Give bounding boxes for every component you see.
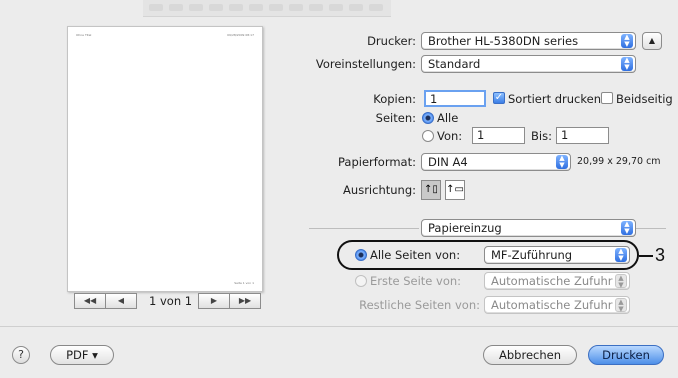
paper-size-text: 20,99 x 29,70 cm xyxy=(577,156,661,167)
popup-arrows-icon: ▲ ▼ xyxy=(556,155,568,169)
expand-icon: ▲ xyxy=(648,36,656,45)
first-page-button[interactable]: ◀◀ xyxy=(74,293,106,309)
preview-footer-right: Seite 1 von 1 xyxy=(234,281,254,285)
print-button[interactable]: Drucken xyxy=(588,345,664,365)
preview-page: Ohne Titel 09/28/2009 08:17 Seite 1 von … xyxy=(67,26,263,292)
copies-label: Kopien: xyxy=(373,92,416,106)
popup-arrows-icon: ▲ ▼ xyxy=(621,34,633,48)
presets-label: Voreinstellungen: xyxy=(315,57,416,71)
background-toolbar xyxy=(143,0,391,17)
section-popup[interactable]: Papiereinzug ▲ ▼ xyxy=(421,219,636,237)
help-icon: ? xyxy=(18,348,24,361)
remaining-pages-label: Restliche Seiten von: xyxy=(359,298,480,312)
landscape-orientation-icon: ↑▭ xyxy=(446,184,464,195)
collate-label: Sortiert drucken xyxy=(508,92,601,106)
all-pages-value: MF-Zuführung xyxy=(491,248,573,262)
page-counter: 1 von 1 xyxy=(149,294,193,308)
copies-field[interactable]: 1 xyxy=(424,90,486,107)
first-page-popup[interactable]: Automatische Zufuhr ▲ ▼ xyxy=(484,272,630,290)
help-button[interactable]: ? xyxy=(12,346,30,364)
next-page-button[interactable]: ▶ xyxy=(198,293,230,309)
remaining-pages-popup[interactable]: Automatische Zufuhr ▲ ▼ xyxy=(484,296,630,314)
orientation-label: Ausrichtung: xyxy=(343,183,416,197)
presets-value: Standard xyxy=(428,57,481,71)
print-dialog: Ohne Titel 09/28/2009 08:17 Seite 1 von … xyxy=(0,0,678,378)
callout-line xyxy=(639,255,653,257)
paper-value: DIN A4 xyxy=(428,155,468,169)
paper-label: Papierformat: xyxy=(337,155,416,169)
prev-page-button[interactable]: ◀ xyxy=(105,293,137,309)
pages-from-label: Von: xyxy=(437,129,463,143)
first-page-radio[interactable] xyxy=(355,275,367,287)
popup-arrows-icon: ▲ ▼ xyxy=(615,274,627,289)
section-separator-left xyxy=(309,228,419,229)
presets-popup[interactable]: Standard ▲ ▼ xyxy=(421,55,636,73)
printer-value: Brother HL-5380DN series xyxy=(428,34,579,48)
duplex-label: Beidseitig xyxy=(616,92,673,106)
section-separator-right xyxy=(636,228,666,229)
duplex-checkbox[interactable] xyxy=(601,92,613,104)
printer-label: Drucker: xyxy=(367,34,416,48)
pdf-button[interactable]: PDF ▾ xyxy=(50,345,114,365)
pages-all-radio[interactable] xyxy=(422,112,434,124)
preview-header-left: Ohne Titel xyxy=(76,33,92,37)
portrait-orientation-icon: ↑▯ xyxy=(424,184,438,195)
callout-number: 3 xyxy=(655,245,666,265)
remaining-pages-value: Automatische Zufuhr xyxy=(491,298,613,312)
portrait-orientation-button[interactable]: ↑▯ xyxy=(421,180,441,200)
popup-arrows-icon: ▲ ▼ xyxy=(615,248,627,262)
pages-range-radio[interactable] xyxy=(422,130,434,142)
popup-arrows-icon: ▲ ▼ xyxy=(615,298,627,313)
collate-checkbox[interactable]: ✓ xyxy=(493,92,505,104)
cancel-button[interactable]: Abbrechen xyxy=(483,345,577,365)
all-pages-label: Alle Seiten von: xyxy=(370,248,461,262)
popup-arrows-icon: ▲ ▼ xyxy=(621,57,633,71)
all-pages-popup[interactable]: MF-Zuführung ▲ ▼ xyxy=(484,246,630,264)
landscape-orientation-button[interactable]: ↑▭ xyxy=(445,180,465,200)
popup-arrows-icon: ▲ ▼ xyxy=(621,221,633,235)
expand-button[interactable]: ▲ xyxy=(642,32,662,50)
pages-label: Seiten: xyxy=(375,111,416,125)
first-page-label: Erste Seite von: xyxy=(370,274,462,288)
footer-separator xyxy=(0,326,678,327)
first-page-value: Automatische Zufuhr xyxy=(491,274,613,288)
pages-all-label: Alle xyxy=(437,111,459,125)
section-value: Papiereinzug xyxy=(428,221,502,235)
preview-header-right: 09/28/2009 08:17 xyxy=(227,33,254,37)
last-page-button[interactable]: ▶▶ xyxy=(229,293,261,309)
paper-popup[interactable]: DIN A4 ▲ ▼ xyxy=(421,153,571,171)
pages-to-field[interactable]: 1 xyxy=(556,127,609,144)
all-pages-radio[interactable] xyxy=(355,249,367,261)
pages-from-field[interactable]: 1 xyxy=(472,127,525,144)
pages-to-label: Bis: xyxy=(531,129,552,143)
printer-popup[interactable]: Brother HL-5380DN series ▲ ▼ xyxy=(421,32,636,50)
